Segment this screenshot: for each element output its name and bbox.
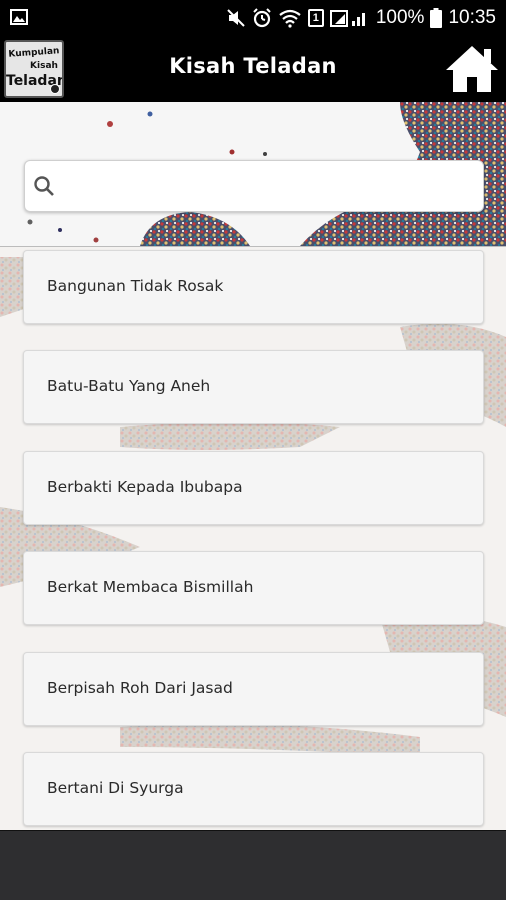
- search-header: [0, 102, 506, 246]
- list-item[interactable]: Berkat Membaca Bismillah: [23, 551, 484, 625]
- list-item[interactable]: Bertani Di Syurga: [23, 752, 484, 826]
- search-icon: [34, 176, 54, 196]
- story-list[interactable]: Bangunan Tidak Rosak Batu-Batu Yang Aneh…: [0, 246, 506, 830]
- list-item-title: Bertani Di Syurga: [47, 779, 184, 797]
- bottom-bar: [0, 830, 506, 900]
- list-item-title: Berpisah Roh Dari Jasad: [47, 679, 233, 697]
- home-button[interactable]: [444, 44, 500, 94]
- list-background-image: [0, 257, 506, 757]
- list-item[interactable]: Bangunan Tidak Rosak: [23, 250, 484, 324]
- signal-icon: [329, 10, 365, 27]
- battery-percentage: 100%: [375, 7, 425, 28]
- app-title: Kisah Teladan: [169, 54, 337, 78]
- mute-icon: [227, 9, 245, 27]
- image-notification-icon: [10, 9, 28, 25]
- list-item-title: Berkat Membaca Bismillah: [47, 578, 254, 596]
- sim-icon: 1: [307, 9, 324, 27]
- status-bar: 1 100% 10:35: [0, 0, 506, 36]
- battery-icon: [430, 8, 443, 28]
- clock: 10:35: [448, 7, 496, 28]
- notification-area: [10, 9, 28, 29]
- app-bar: Kumpulan Kisah Teladan Kisah Teladan: [0, 36, 506, 102]
- list-item[interactable]: Berbakti Kepada Ibubapa: [23, 451, 484, 525]
- list-item-title: Bangunan Tidak Rosak: [47, 277, 224, 295]
- alarm-icon: [253, 8, 271, 28]
- search-input[interactable]: [63, 169, 473, 203]
- home-icon: [446, 46, 498, 92]
- wifi-icon: [279, 9, 301, 28]
- logo-badge: [50, 84, 60, 94]
- search-box[interactable]: [24, 160, 484, 212]
- list-item[interactable]: Batu-Batu Yang Aneh: [23, 350, 484, 424]
- list-item-title: Berbakti Kepada Ibubapa: [47, 478, 243, 496]
- status-icons: 1 100% 10:35: [226, 7, 496, 29]
- list-item[interactable]: Berpisah Roh Dari Jasad: [23, 652, 484, 726]
- list-item-title: Batu-Batu Yang Aneh: [47, 377, 211, 395]
